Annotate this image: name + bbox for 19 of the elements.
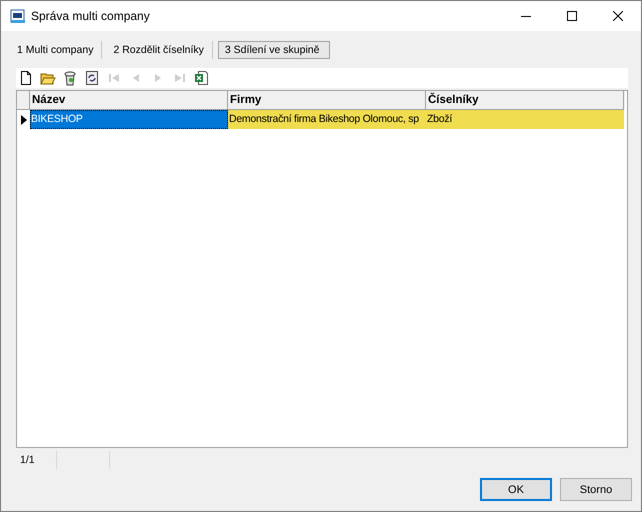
tab[interactable]: 1 Multi company bbox=[9, 41, 102, 59]
refresh-button[interactable] bbox=[84, 70, 100, 86]
table-cell: BIKESHOP bbox=[30, 110, 228, 129]
app-icon bbox=[10, 8, 26, 24]
dialog-button[interactable]: OK bbox=[480, 478, 552, 501]
table-cell: Demonstrační firma Bikeshop Olomouc, sp bbox=[228, 110, 426, 129]
refresh-icon bbox=[84, 70, 100, 86]
window-title: Správa multi company bbox=[31, 9, 151, 23]
spreadsheet-button[interactable] bbox=[194, 70, 210, 86]
maximize-icon bbox=[567, 11, 577, 21]
tab[interactable]: 2 Rozdělit číselníky bbox=[105, 41, 213, 59]
bin-icon bbox=[62, 70, 78, 86]
new-document-button[interactable] bbox=[18, 70, 34, 86]
dialog-button[interactable]: Storno bbox=[560, 478, 632, 501]
tab[interactable]: 3 Sdílení ve skupině bbox=[218, 41, 330, 59]
table-cell: Zboží bbox=[426, 110, 624, 129]
status-text: 1/1 bbox=[16, 451, 57, 469]
close-icon bbox=[613, 11, 623, 21]
bin-button[interactable] bbox=[62, 70, 78, 86]
